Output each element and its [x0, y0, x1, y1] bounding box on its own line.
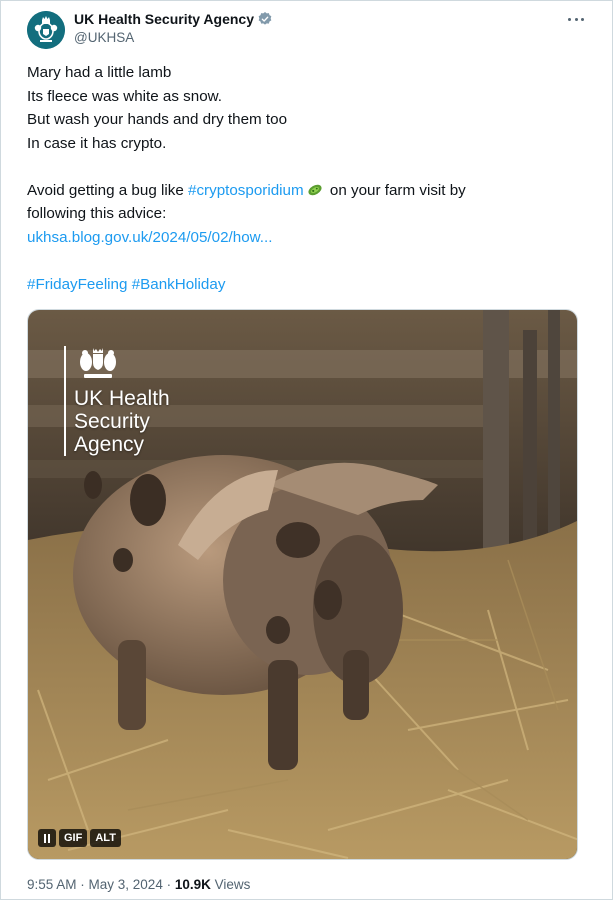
display-name[interactable]: UK Health Security Agency: [74, 11, 254, 27]
post-date[interactable]: May 3, 2024: [89, 877, 163, 892]
more-options-icon[interactable]: [565, 11, 587, 27]
gif-badge: GIF: [59, 829, 88, 847]
avatar[interactable]: [27, 11, 65, 49]
advice-line-2: following this advice:: [27, 205, 167, 222]
microbe-icon: [308, 184, 322, 195]
views-count: 10.9K: [174, 877, 211, 892]
post-time[interactable]: 9:55 AM: [27, 877, 77, 892]
handle[interactable]: @UKHSA: [74, 30, 273, 45]
logo-line: UK Health: [74, 387, 170, 410]
poem-line: Its fleece was white as snow.: [27, 87, 222, 105]
poem-line: In case it has crypto.: [27, 134, 167, 152]
advice-suffix: on your farm visit by: [325, 181, 466, 199]
logo-line: Security: [74, 410, 150, 433]
hashtag-cryptosporidium[interactable]: #cryptosporidium: [188, 182, 304, 199]
alt-text-button[interactable]: ALT: [90, 829, 121, 847]
advice-line: Avoid getting a bug like #cryptosporidiu…: [27, 179, 587, 203]
hashtag-bankholiday[interactable]: #BankHoliday: [132, 276, 226, 293]
logo-text: UK Health Security Agency: [74, 387, 170, 456]
tweet-card: UK Health Security Agency @UKHSA Mary ha…: [0, 0, 613, 900]
poem-line: But wash your hands and dry them too: [27, 111, 288, 128]
pause-icon[interactable]: [38, 829, 56, 847]
ukhsa-logo: UK Health Security Agency: [64, 346, 170, 456]
media-gif[interactable]: UK Health Security Agency GIF ALT: [27, 309, 578, 860]
ukhsa-crest-icon: [27, 11, 65, 49]
tweet-header: UK Health Security Agency @UKHSA: [27, 9, 587, 49]
tweet-text: Mary had a little lamb Its fleece was wh…: [27, 61, 587, 296]
royal-crest-icon: [80, 348, 116, 378]
tweet-footer: 9:55 AM · May 3, 2024 · 10.9K Views: [27, 877, 250, 892]
separator: ·: [76, 877, 89, 892]
advice-prefix: Avoid getting a bug like: [27, 181, 188, 199]
views-label: Views: [210, 877, 251, 892]
media-controls: GIF ALT: [38, 829, 121, 847]
logo-line: Agency: [74, 433, 145, 456]
verified-badge-icon: [258, 12, 272, 25]
hashtag-fridayfeeling[interactable]: #FridayFeeling: [27, 276, 127, 293]
separator: ·: [162, 877, 175, 892]
poem-line: Mary had a little lamb: [27, 64, 172, 81]
blog-link[interactable]: ukhsa.blog.gov.uk/2024/05/02/how...: [27, 229, 272, 246]
